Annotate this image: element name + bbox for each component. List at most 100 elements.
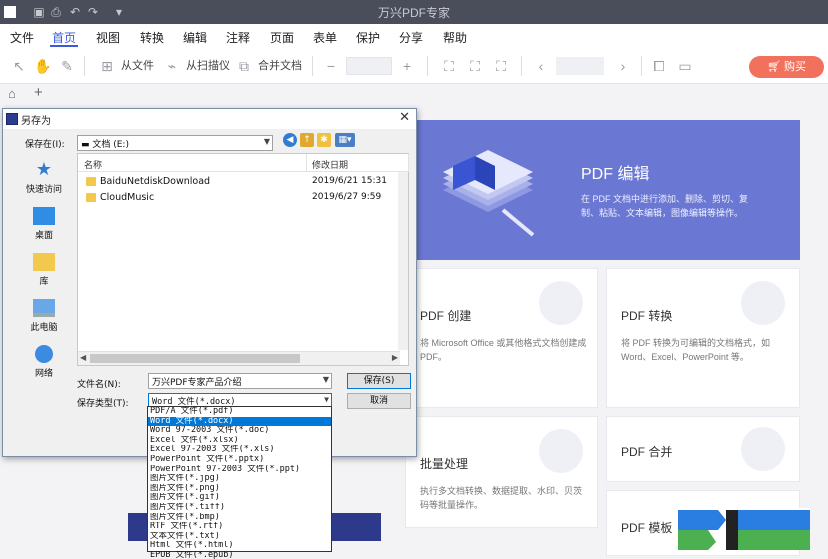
save-in-select[interactable]: ▬ 文档 (E:) ▼ (77, 135, 273, 151)
close-icon[interactable]: ✕ (399, 110, 410, 125)
menu-page[interactable]: 页面 (270, 29, 294, 46)
chevron-down-icon: ▼ (324, 395, 329, 404)
pdf-edit-description: 在 PDF 文档中进行添加、删除、剪切、复制、粘贴、文本编辑，图像编辑等操作。 (581, 194, 749, 218)
filename-input[interactable]: 万兴PDF专家产品介绍 ▼ (148, 373, 332, 389)
menu-form[interactable]: 表单 (313, 29, 337, 46)
up-folder-icon[interactable]: ↑ (300, 133, 314, 147)
column-name[interactable]: 名称 (84, 158, 102, 171)
from-file-button[interactable]: 从文件 (121, 57, 154, 73)
menu-help[interactable]: 帮助 (443, 29, 467, 46)
toolbar: ↖ ✋ ✎ ⊞ 从文件 ⌁ 从扫描仪 ⧉ 合并文档 − + ⛶ ⛶ ⛶ ‹ › … (0, 48, 828, 84)
hand-icon[interactable]: ✋ (34, 57, 52, 75)
back-icon[interactable]: ◀ (283, 133, 297, 147)
pdf-convert-title: PDF 转换 (621, 309, 673, 323)
place-quick-access[interactable]: ★ 快速访问 (11, 159, 77, 196)
toolbar-divider (641, 56, 642, 76)
page-number-input[interactable] (556, 57, 604, 75)
buy-button[interactable]: 🛒︎ 购买 (749, 56, 824, 78)
save-type-option[interactable]: PDF/A 文件(*.pdf) (148, 407, 331, 417)
new-folder-icon[interactable]: ✱ (317, 133, 331, 147)
file-row[interactable]: CloudMusic 2019/6/27 9:59 (82, 191, 402, 205)
save-type-option[interactable]: 图片文件(*.tiff) (148, 503, 331, 513)
menu-annotate[interactable]: 注释 (226, 29, 250, 46)
single-page-icon[interactable]: ▭ (676, 57, 694, 75)
place-label: 桌面 (34, 231, 53, 241)
menu-convert[interactable]: 转换 (140, 29, 164, 46)
star-icon: ★ (35, 159, 53, 180)
pdf-merge-card[interactable]: PDF 合并 (606, 416, 800, 482)
horizontal-scrollbar[interactable]: ◀ ▶ (78, 351, 400, 365)
save-type-option[interactable]: 图片文件(*.bmp) (148, 513, 331, 523)
save-type-option[interactable]: 文本文件(*.txt) (148, 532, 331, 542)
merge-icon[interactable]: ⧉ (235, 57, 253, 75)
menu-protect[interactable]: 保护 (356, 29, 380, 46)
file-list-header: 名称 修改日期 (78, 154, 409, 172)
pdf-create-card[interactable]: PDF 创建 将 Microsoft Office 或其他格式文档创建成 PDF… (405, 268, 598, 408)
merge-button[interactable]: 合并文档 (258, 57, 302, 73)
place-libraries[interactable]: 库 (11, 253, 77, 287)
menu-bar: 文件 首页 视图 转换 编辑 注释 页面 表单 保护 分享 帮助 (0, 24, 828, 48)
menu-edit[interactable]: 编辑 (183, 29, 207, 46)
vertical-scrollbar[interactable] (398, 172, 408, 350)
menu-file[interactable]: 文件 (10, 29, 34, 46)
pdf-convert-card[interactable]: PDF 转换 将 PDF 转换为可编辑的文档格式，如 Word、Excel、Po… (606, 268, 800, 408)
place-desktop[interactable]: 桌面 (11, 207, 77, 241)
save-type-dropdown-list[interactable]: PDF/A 文件(*.pdf) Word 文件(*.docx) Word 97-20… (147, 406, 332, 559)
scrollbar-thumb[interactable] (90, 354, 300, 363)
zoom-select[interactable] (346, 57, 392, 75)
pdf-create-description: 将 Microsoft Office 或其他格式文档创建成 PDF。 (420, 338, 587, 362)
edit-icon[interactable]: ✎ (58, 57, 76, 75)
save-type-option[interactable]: RTF 文件(*.rtf) (148, 522, 331, 532)
pdf-edit-illustration (443, 150, 535, 237)
save-type-option[interactable]: 图片文件(*.png) (148, 484, 331, 494)
place-network[interactable]: 网络 (11, 345, 77, 379)
view-menu-icon[interactable]: ▦▾ (335, 133, 355, 147)
file-row[interactable]: BaiduNetdiskDownload 2019/6/21 15:31 (82, 175, 402, 189)
batch-process-card[interactable]: 批量处理 执行多文档转换、数据提取、水印、贝茨码等批量操作。 (405, 416, 598, 528)
save-type-option[interactable]: PowerPoint 文件(*.pptx) (148, 455, 331, 465)
zoom-out-icon[interactable]: − (322, 57, 340, 75)
zoom-in-icon[interactable]: + (398, 57, 416, 75)
place-label: 库 (39, 277, 49, 287)
from-file-icon[interactable]: ⊞ (98, 57, 116, 75)
save-button[interactable]: 保存(S) (347, 373, 411, 389)
save-type-option[interactable]: Word 97-2003 文件(*.doc) (148, 426, 331, 436)
home-icon[interactable]: ⌂ (8, 86, 16, 101)
scroll-left-icon[interactable]: ◀ (80, 353, 86, 362)
convert-icon (741, 281, 785, 325)
menu-share[interactable]: 分享 (399, 29, 423, 46)
dialog-title: 另存为 (21, 116, 51, 127)
prev-page-icon[interactable]: ‹ (532, 57, 550, 75)
column-modified[interactable]: 修改日期 (312, 158, 348, 171)
from-scanner-button[interactable]: 从扫描仪 (186, 57, 230, 73)
save-type-option[interactable]: EPUB 文件(*.epub) (148, 551, 331, 559)
pdf-edit-card[interactable]: PDF 编辑 在 PDF 文档中进行添加、删除、剪切、复制、粘贴、文本编辑，图像… (405, 120, 800, 260)
folder-icon (86, 177, 96, 186)
file-list[interactable]: 名称 修改日期 BaiduNetdiskDownload 2019/6/21 1… (77, 153, 409, 366)
save-type-option[interactable]: Excel 97-2003 文件(*.xls) (148, 445, 331, 455)
fit-width-icon[interactable]: ⛶ (466, 57, 484, 75)
menu-view[interactable]: 视图 (96, 29, 120, 46)
dialog-title-bar: 另存为 ✕ (3, 109, 416, 129)
batch-icon (539, 429, 583, 473)
save-type-option[interactable]: Word 文件(*.docx) (148, 416, 331, 427)
select-icon[interactable]: ↖ (10, 57, 28, 75)
screenshot-icon[interactable]: ⧠ (650, 57, 668, 75)
add-tab-icon[interactable]: + (34, 84, 43, 101)
scroll-right-icon[interactable]: ▶ (392, 353, 398, 362)
fit-page-icon[interactable]: ⛶ (440, 57, 458, 75)
menu-home[interactable]: 首页 (52, 29, 76, 46)
save-type-option[interactable]: 图片文件(*.gif) (148, 493, 331, 503)
rotate-icon[interactable]: ⛶ (492, 57, 510, 75)
save-type-option[interactable]: 图片文件(*.jpg) (148, 474, 331, 484)
places-bar: ★ 快速访问 桌面 库 此电脑 网络 (11, 153, 77, 380)
next-page-icon[interactable]: › (614, 57, 632, 75)
scanner-icon[interactable]: ⌁ (163, 57, 181, 75)
save-type-option[interactable]: Excel 文件(*.xlsx) (148, 436, 331, 446)
pdf-template-title: PDF 模板 (621, 521, 673, 535)
cancel-button[interactable]: 取消 (347, 393, 411, 409)
save-type-option[interactable]: PowerPoint 97-2003 文件(*.ppt) (148, 465, 331, 475)
save-type-option[interactable]: Html 文件(*.html) (148, 541, 331, 551)
library-icon (33, 253, 55, 271)
place-this-pc[interactable]: 此电脑 (11, 299, 77, 333)
